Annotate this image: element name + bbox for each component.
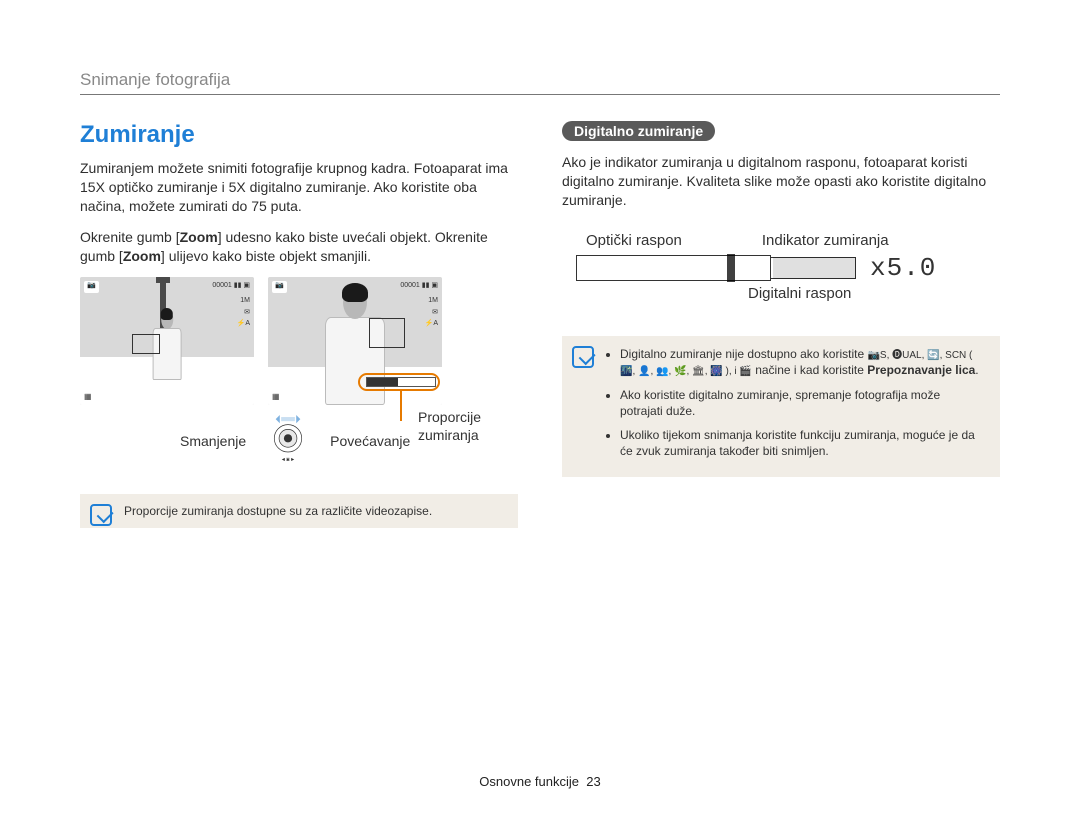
- note-item: Ukoliko tijekom snimanja koristite funkc…: [620, 427, 986, 459]
- dial-right-label: Povećavanje: [330, 433, 410, 449]
- lcd-tele: 📷00001 ▮▮ ▣ 1M✉⚡A X5.0 ▦: [268, 277, 442, 405]
- bl-icon: ▦: [84, 392, 92, 401]
- shot-counter: 00001: [212, 282, 231, 289]
- zoom-diagram: Optički raspon Indikator zumiranja x5.0 …: [576, 232, 1000, 302]
- zoom-bar: [576, 257, 856, 279]
- dial-left-label: Smanjenje: [180, 433, 246, 449]
- lcd-previews: 📷00001 ▮▮ ▣ 1M✉⚡A ▦ 📷00001 ▮▮ ▣ 1M✉⚡A X5…: [80, 277, 518, 405]
- note-left: Proporcije zumiranja dostupne su za razl…: [80, 494, 518, 528]
- label-zoom-indicator: Indikator zumiranja: [762, 232, 889, 249]
- callout-leader-icon: [400, 391, 402, 421]
- digital-range-segment: [773, 257, 856, 279]
- intro-paragraph: Zumiranjem možete snimiti fotografije kr…: [80, 159, 518, 216]
- svg-text:◀ ▣ ▶: ◀ ▣ ▶: [282, 457, 295, 462]
- note-right: Digitalno zumiranje nije dostupno ako ko…: [562, 336, 1000, 478]
- label-optical-range: Optički raspon: [586, 232, 682, 249]
- zoom-dial-icon: ◀ ▣ ▶: [256, 415, 320, 466]
- digital-zoom-paragraph: Ako je indikator zumiranja u digitalnom …: [562, 153, 1000, 210]
- digital-zoom-chip: Digitalno zumiranje: [562, 121, 715, 141]
- zoom-keyword: Zoom: [180, 229, 218, 245]
- note-icon: [572, 346, 594, 368]
- face-detect-label: Prepoznavanje lica: [867, 363, 975, 377]
- zoom-keyword: Zoom: [123, 248, 161, 264]
- footer-label: Osnovne funkcije: [479, 774, 579, 789]
- res-icon: 1M: [237, 295, 250, 306]
- note-left-text: Proporcije zumiranja dostupne su za razl…: [124, 504, 432, 518]
- page-number: 23: [586, 774, 600, 789]
- zoom-ratio-label: Proporcije zumiranja: [418, 409, 481, 444]
- zoom-cursor-icon: [727, 254, 735, 282]
- page-footer: Osnovne funkcije 23: [0, 774, 1080, 789]
- right-column: Digitalno zumiranje Ako je indikator zum…: [562, 121, 1000, 528]
- zoom-indicator-mini: X5.0: [366, 377, 436, 387]
- left-column: Zumiranje Zumiranjem možete snimiti foto…: [80, 121, 518, 528]
- zoom-instructions: Okrenite gumb [Zoom] udesno kako biste u…: [80, 228, 518, 266]
- note-item: Digitalno zumiranje nije dostupno ako ko…: [620, 346, 986, 379]
- note-icon: [90, 504, 112, 526]
- note-item: Ako koristite digitalno zumiranje, sprem…: [620, 387, 986, 419]
- optical-range-segment: [576, 255, 771, 281]
- label-digital-range: Digitalni raspon: [748, 285, 1000, 302]
- breadcrumb: Snimanje fotografija: [80, 70, 1000, 95]
- text: Okrenite gumb [: [80, 229, 180, 245]
- zoom-value: x5.0: [870, 253, 936, 283]
- lcd-wide: 📷00001 ▮▮ ▣ 1M✉⚡A ▦: [80, 277, 254, 405]
- text: ] ulijevo kako biste objekt smanjili.: [161, 248, 371, 264]
- section-title: Zumiranje: [80, 121, 518, 149]
